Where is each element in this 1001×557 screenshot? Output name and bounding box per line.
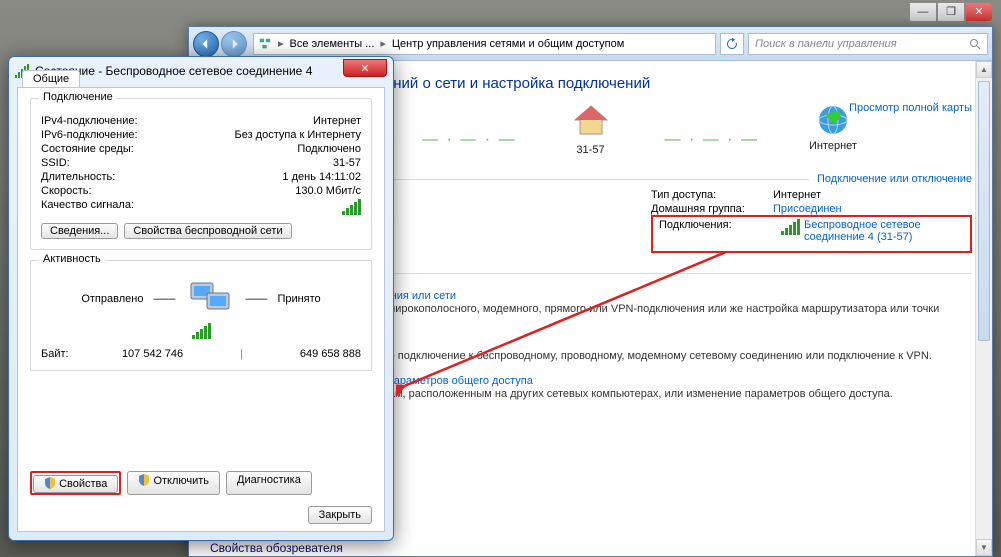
diagnose-button[interactable]: Диагностика [226, 471, 312, 495]
group-label: Активность [39, 253, 105, 265]
status-dialog: Состояние - Беспроводное сетевое соедине… [8, 56, 394, 541]
shield-icon [44, 477, 56, 489]
bytes-recv: 649 658 888 [300, 348, 361, 360]
view-full-map-link[interactable]: Просмотр полной карты [849, 102, 972, 114]
shield-icon [138, 474, 150, 486]
access-type-label: Тип доступа: [651, 189, 761, 201]
connections-label: Подключения: [659, 219, 769, 243]
connection-line: — · — · — [665, 131, 759, 149]
scroll-up-button[interactable]: ▲ [976, 61, 992, 78]
signal-icon [342, 199, 361, 215]
address-bar[interactable]: ▸ Все элементы ... ▸ Центр управления се… [253, 33, 716, 55]
maximize-button[interactable]: ❐ [937, 2, 965, 22]
house-icon [571, 102, 611, 142]
scroll-down-button[interactable]: ▼ [976, 539, 992, 556]
tab-general[interactable]: Общие [22, 70, 80, 87]
node-internet-label: Интернет [809, 140, 857, 152]
scrollbar[interactable]: ▲ ▼ [975, 61, 992, 556]
bytes-sent: 107 542 746 [122, 348, 183, 360]
dialog-close-button[interactable]: ✕ [343, 59, 387, 77]
bg-window-controls: — ❐ ✕ [909, 2, 993, 22]
forward-button[interactable] [221, 31, 247, 57]
connection-group: Подключение IPv4-подключение:Интернет IP… [30, 98, 372, 250]
wireless-props-button[interactable]: Свойства беспроводной сети [124, 223, 291, 239]
signal-icon [781, 219, 800, 235]
disconnect-button[interactable]: Отключить [127, 471, 220, 495]
sent-label: Отправлено [81, 293, 143, 305]
homegroup-label: Домашняя группа: [651, 203, 761, 215]
access-type-value: Интернет [773, 189, 821, 201]
connection-highlight-box: Подключения: Беспроводное сетевое соедин… [651, 215, 972, 253]
details-button[interactable]: Сведения... [41, 223, 118, 239]
close-button[interactable]: Закрыть [308, 506, 372, 524]
network-icon [258, 37, 272, 51]
recv-label: Принято [277, 293, 320, 305]
breadcrumb[interactable]: Центр управления сетями и общим доступом [392, 38, 624, 50]
minimize-button[interactable]: — [909, 2, 937, 22]
globe-icon [813, 102, 853, 138]
node-router-label: 31-57 [576, 144, 604, 156]
search-placeholder: Поиск в панели управления [755, 38, 897, 50]
scroll-thumb[interactable] [978, 81, 990, 341]
properties-button[interactable]: Свойства [33, 475, 118, 493]
search-icon [969, 38, 981, 50]
homegroup-value[interactable]: Присоединен [773, 203, 842, 215]
close-button[interactable]: ✕ [965, 2, 993, 22]
connection-link[interactable]: Беспроводное сетевое соединение 4 (31-57… [804, 219, 964, 243]
browser-properties-link[interactable]: Свойства обозревателя [210, 541, 343, 555]
bytes-label: Байт: [41, 348, 69, 360]
refresh-button[interactable] [720, 33, 744, 55]
breadcrumb[interactable]: Все элементы ... [290, 38, 375, 50]
group-label: Подключение [39, 91, 117, 103]
back-button[interactable] [193, 31, 219, 57]
signal-icon [192, 323, 211, 339]
connection-line: — · — · — [422, 131, 516, 149]
activity-group: Активность Отправлено —— —— Принято Байт… [30, 260, 372, 371]
activity-icon [185, 279, 235, 319]
connect-disconnect-link[interactable]: Подключение или отключение [817, 173, 972, 185]
search-input[interactable]: Поиск в панели управления [748, 33, 988, 55]
